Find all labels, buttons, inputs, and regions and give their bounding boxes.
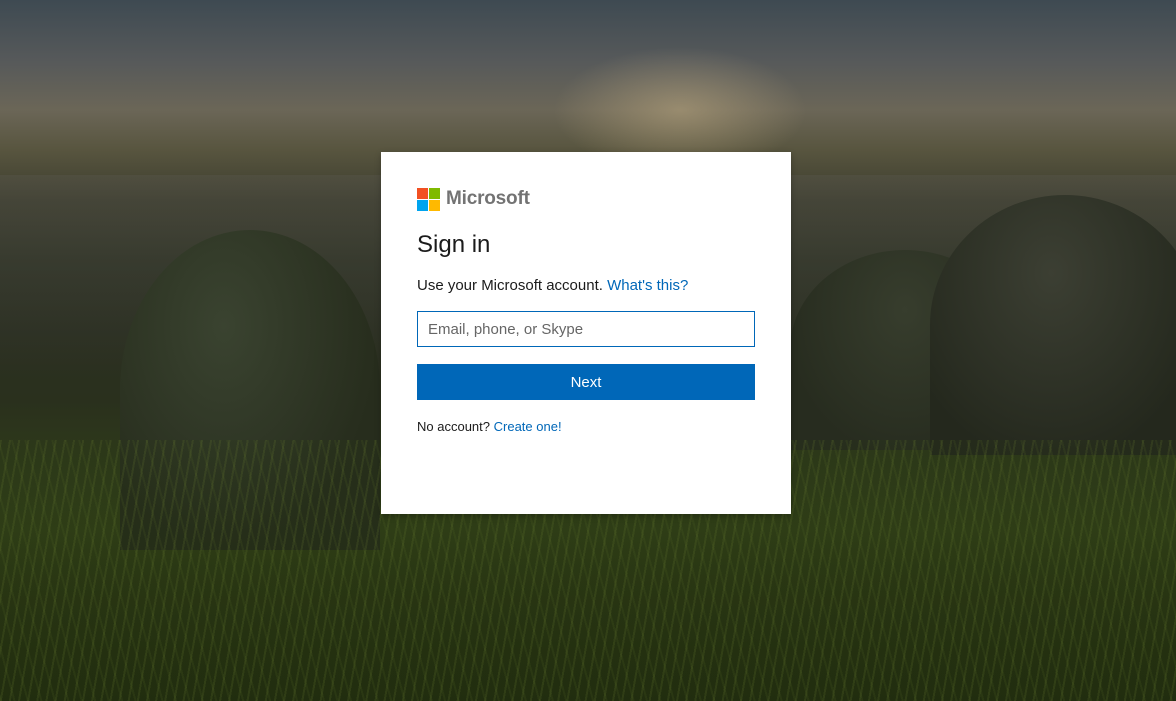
brand-header: Microsoft [417,187,755,211]
logo-yellow-square [429,199,440,211]
signin-card: Microsoft Sign in Use your Microsoft acc… [381,152,791,514]
logo-red-square [417,187,428,199]
microsoft-logo-icon [417,187,440,211]
subtitle: Use your Microsoft account. What's this? [417,276,755,296]
background-hill-right [930,195,1176,455]
no-account-row: No account? Create one! [417,419,755,435]
subtitle-text: Use your Microsoft account. [417,277,603,294]
no-account-text: No account? [417,419,490,434]
whats-this-link[interactable]: What's this? [607,277,688,294]
email-input[interactable] [417,311,755,347]
create-account-link[interactable]: Create one! [494,419,562,434]
brand-name: Microsoft [446,188,530,209]
next-button[interactable]: Next [417,364,755,400]
logo-blue-square [417,199,428,211]
logo-green-square [429,187,440,199]
page-title: Sign in [417,231,491,258]
